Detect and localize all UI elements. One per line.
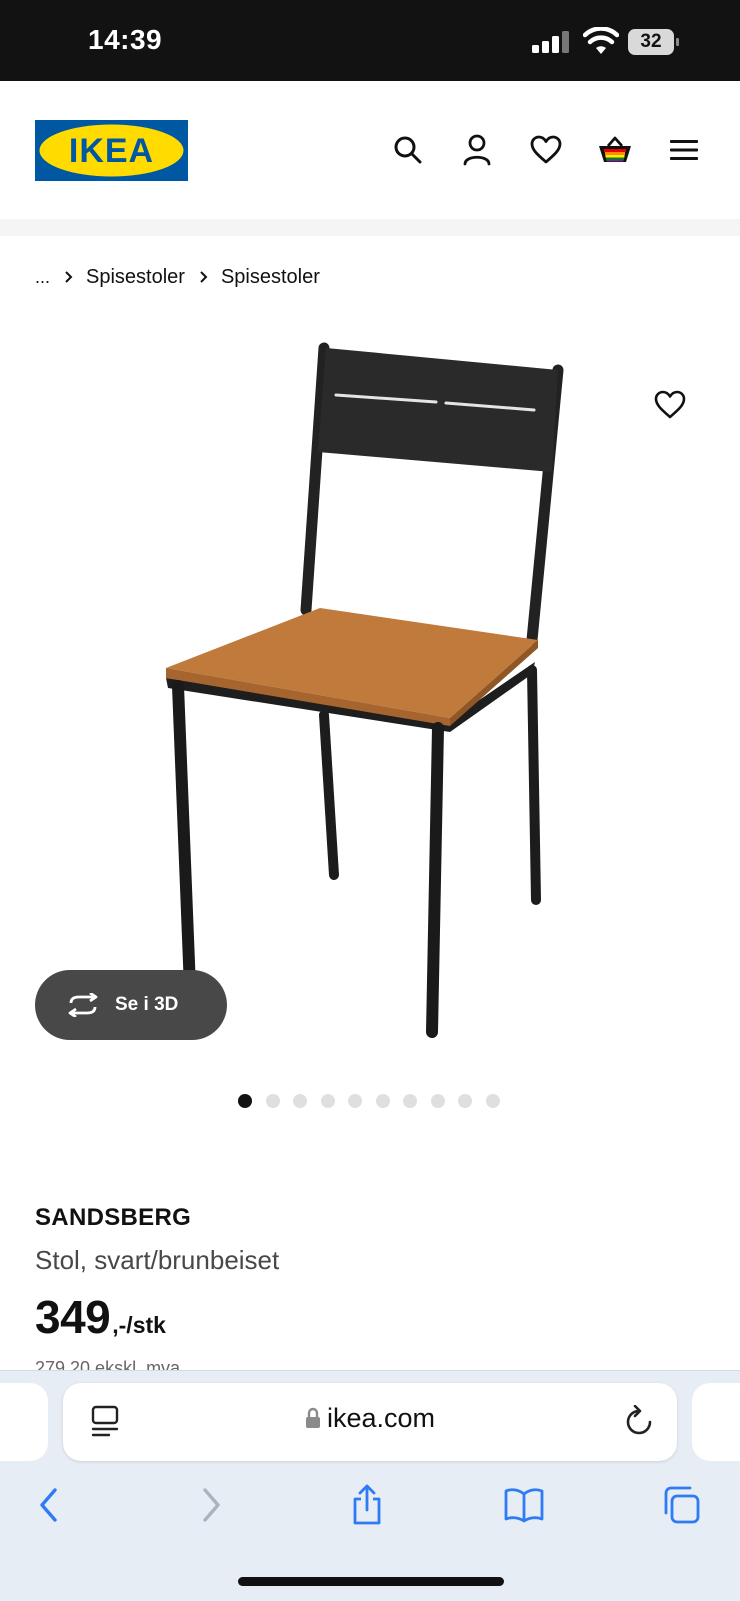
wifi-icon <box>583 27 619 54</box>
carousel-dot[interactable] <box>238 1094 252 1108</box>
url-text: ikea.com <box>326 1403 436 1433</box>
chevron-right-icon <box>64 270 74 284</box>
home-indicator <box>238 1577 504 1586</box>
cellular-signal-icon <box>532 31 569 53</box>
carousel-dot[interactable] <box>458 1094 472 1108</box>
product-name: SANDSBERG <box>35 1204 192 1231</box>
image-carousel-dots <box>238 1094 513 1108</box>
search-button[interactable] <box>388 130 428 170</box>
menu-button[interactable] <box>664 130 704 170</box>
share-button[interactable] <box>342 1480 392 1530</box>
battery-level: 32 <box>640 31 662 52</box>
basket-icon <box>599 136 631 162</box>
heart-icon <box>654 390 686 419</box>
carousel-dot[interactable] <box>485 1094 500 1108</box>
basket-button[interactable] <box>595 130 635 170</box>
menu-icon <box>670 140 698 160</box>
ikea-logo-text: IKEA <box>69 132 154 170</box>
chevron-right-icon <box>199 270 209 284</box>
rotate-3d-icon <box>65 993 101 1017</box>
chevron-left-icon <box>40 1488 57 1522</box>
add-to-favourites-button[interactable] <box>650 385 690 425</box>
view-in-3d-label: Se i 3D <box>115 994 179 1015</box>
product-price: 349 ,-/stk <box>35 1290 166 1344</box>
bookmarks-button[interactable] <box>499 1480 549 1530</box>
view-in-3d-button[interactable]: Se i 3D <box>35 970 227 1040</box>
share-icon <box>353 1484 381 1525</box>
carousel-dot[interactable] <box>265 1094 280 1108</box>
tabs-icon <box>664 1486 700 1524</box>
breadcrumb-item-category[interactable]: Spisestoler <box>86 266 185 289</box>
price-ex-vat: 279,20 ekskl. mva <box>35 1358 181 1370</box>
breadcrumb-item-subcategory[interactable]: Spisestoler <box>221 266 320 289</box>
price-main: 349 <box>35 1291 111 1343</box>
carousel-dot[interactable] <box>293 1094 307 1108</box>
carousel-dot[interactable] <box>320 1094 335 1108</box>
product-image[interactable] <box>160 340 580 1070</box>
ikea-logo[interactable]: IKEA <box>35 120 188 181</box>
favourites-button[interactable] <box>526 130 566 170</box>
forward-button[interactable] <box>186 1480 236 1530</box>
lock-icon <box>305 1407 320 1428</box>
breadcrumb-ellipsis[interactable]: ... <box>35 267 50 288</box>
carousel-dot[interactable] <box>348 1094 362 1108</box>
search-icon <box>394 136 422 164</box>
tabs-button[interactable] <box>656 1480 706 1530</box>
battery-indicator: 32 <box>628 29 679 55</box>
header-separator <box>0 219 740 236</box>
account-button[interactable] <box>457 130 497 170</box>
account-icon <box>463 134 491 166</box>
carousel-dot[interactable] <box>403 1094 417 1108</box>
back-button[interactable] <box>24 1480 74 1530</box>
chevron-right-icon <box>203 1488 220 1522</box>
bookmarks-book-icon <box>504 1488 544 1523</box>
reload-icon[interactable] <box>624 1405 654 1437</box>
product-description: Stol, svart/brunbeiset <box>35 1245 280 1275</box>
carousel-dot[interactable] <box>375 1094 390 1108</box>
breadcrumb: ... Spisestoler Spisestoler <box>35 262 320 292</box>
heart-icon <box>530 135 562 164</box>
carousel-dot[interactable] <box>430 1094 445 1108</box>
price-suffix: ,-/stk <box>112 1312 166 1338</box>
status-bar: 14:39 32 <box>0 0 740 81</box>
status-time: 14:39 <box>88 24 163 55</box>
